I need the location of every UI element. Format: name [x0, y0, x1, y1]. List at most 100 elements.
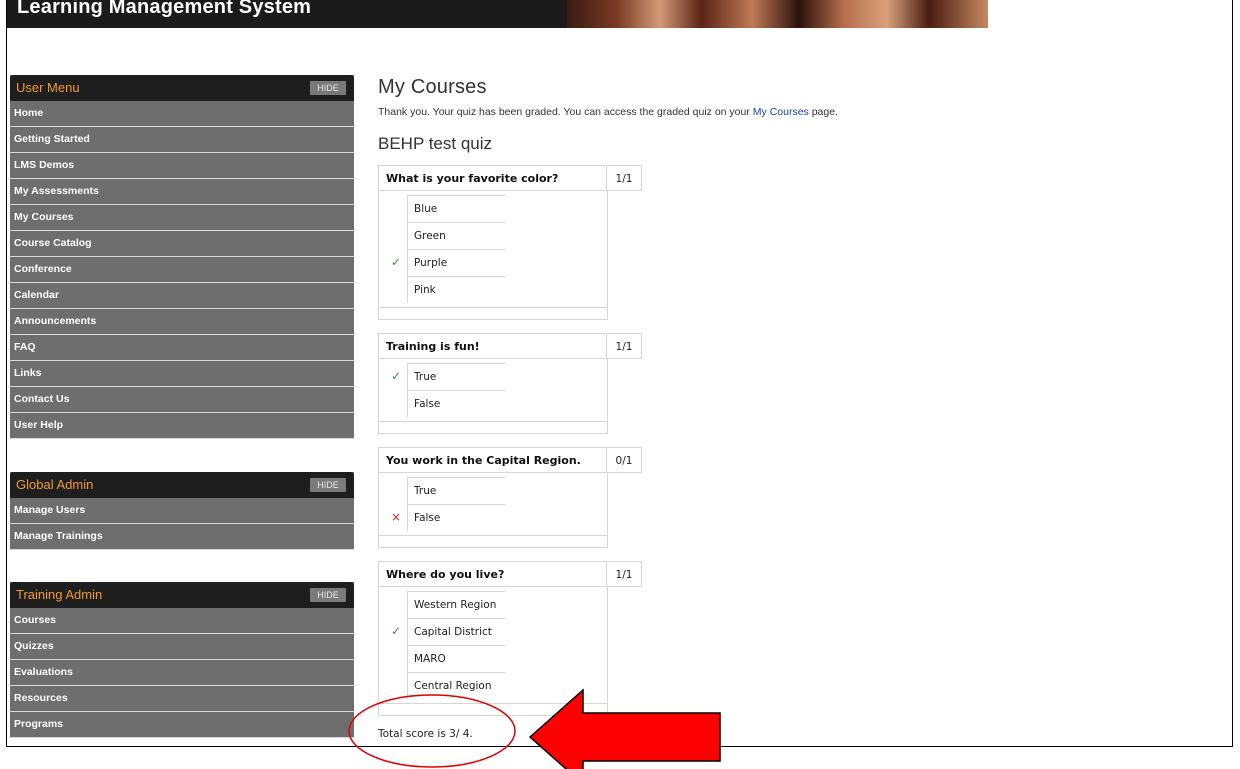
main-content: My Courses Thank you. Your quiz has been… — [378, 72, 1218, 156]
question-header: Training is fun! 1/1 — [378, 333, 642, 359]
question-card: What is your favorite color? 1/1 Blue Gr… — [378, 165, 642, 320]
global-admin-header: Global Admin HIDE — [10, 472, 354, 498]
menu-item-manage-users[interactable]: Manage Users — [10, 498, 354, 524]
site-title: Learning Management System — [17, 0, 312, 18]
answer-label: Pink — [407, 276, 505, 303]
answer-label: Central Region — [407, 672, 505, 699]
question-text: Where do you live? — [386, 568, 505, 581]
question-header: What is your favorite color? 1/1 — [378, 165, 642, 191]
answer-option: Blue — [385, 195, 607, 222]
answer-label: Western Region — [407, 591, 505, 618]
menu-item-evaluations[interactable]: Evaluations — [10, 660, 354, 686]
menu-item-contact-us[interactable]: Contact Us — [10, 387, 354, 413]
answer-list: ✓ True False — [378, 359, 608, 434]
answer-option: MARO — [385, 645, 607, 672]
question-score: 1/1 — [606, 562, 641, 586]
question-footer — [379, 421, 607, 433]
answer-mark — [385, 591, 408, 618]
question-score: 0/1 — [606, 448, 641, 472]
graded-message-end: page. — [808, 106, 838, 118]
user-menu-header: User Menu HIDE — [10, 75, 354, 101]
menu-item-calendar[interactable]: Calendar — [10, 283, 354, 309]
answer-option: Western Region — [385, 591, 607, 618]
training-admin-title: Training Admin — [16, 587, 103, 602]
answer-option: Central Region — [385, 672, 607, 699]
question-footer — [379, 703, 607, 715]
menu-item-resources[interactable]: Resources — [10, 686, 354, 712]
answer-list: True × False — [378, 473, 608, 548]
menu-item-announcements[interactable]: Announcements — [10, 309, 354, 335]
answer-label: Purple — [407, 249, 505, 276]
menu-item-courses[interactable]: Courses — [10, 608, 354, 634]
quiz-title: BEHP test quiz — [378, 134, 493, 153]
page-title: My Courses — [378, 76, 487, 98]
answer-mark — [385, 390, 408, 417]
global-admin-hide-button[interactable]: HIDE — [310, 478, 346, 492]
answer-list: Blue Green ✓ Purple Pink — [378, 191, 608, 320]
question-card: You work in the Capital Region. 0/1 True… — [378, 447, 642, 548]
question-text: Training is fun! — [386, 340, 480, 353]
menu-item-user-help[interactable]: User Help — [10, 413, 354, 439]
site-header: Learning Management System — [7, 0, 988, 28]
question-card: Training is fun! 1/1 ✓ True False — [378, 333, 642, 434]
answer-mark — [385, 477, 408, 504]
user-menu-hide-button[interactable]: HIDE — [310, 81, 346, 95]
question-score: 1/1 — [606, 334, 641, 358]
question-text: What is your favorite color? — [386, 172, 559, 185]
answer-label: True — [407, 477, 505, 504]
menu-item-getting-started[interactable]: Getting Started — [10, 127, 354, 153]
menu-item-course-catalog[interactable]: Course Catalog — [10, 231, 354, 257]
user-menu: User Menu HIDE Home Getting Started LMS … — [10, 75, 354, 439]
check-icon: ✓ — [385, 363, 408, 390]
header-banner-image — [567, 0, 988, 28]
answer-label: False — [407, 504, 505, 531]
question-text: You work in the Capital Region. — [386, 454, 581, 467]
menu-item-my-courses[interactable]: My Courses — [10, 205, 354, 231]
answer-option: False — [385, 390, 607, 417]
total-score: Total score is 3/ 4. — [378, 728, 473, 740]
answer-label: Capital District — [407, 618, 505, 645]
answer-option: ✓ True — [385, 363, 607, 390]
answer-label: Blue — [407, 195, 505, 222]
answer-option: ✓ Capital District — [385, 618, 607, 645]
question-footer — [379, 307, 607, 319]
training-admin-menu: Training Admin HIDE Courses Quizzes Eval… — [10, 582, 354, 738]
user-menu-title: User Menu — [16, 80, 80, 95]
menu-item-programs[interactable]: Programs — [10, 712, 354, 738]
answer-label: True — [407, 363, 505, 390]
answer-option: True — [385, 477, 607, 504]
my-courses-link[interactable]: My Courses — [753, 106, 809, 118]
answer-mark — [385, 645, 408, 672]
menu-item-lms-demos[interactable]: LMS Demos — [10, 153, 354, 179]
answer-mark — [385, 276, 408, 303]
check-icon: ✓ — [385, 249, 408, 276]
answer-mark — [385, 672, 408, 699]
question-header: You work in the Capital Region. 0/1 — [378, 447, 642, 473]
answer-label: Green — [407, 222, 505, 249]
question-header: Where do you live? 1/1 — [378, 561, 642, 587]
menu-item-manage-trainings[interactable]: Manage Trainings — [10, 524, 354, 550]
cross-icon: × — [385, 504, 408, 531]
menu-item-faq[interactable]: FAQ — [10, 335, 354, 361]
menu-item-home[interactable]: Home — [10, 101, 354, 127]
answer-list: Western Region ✓ Capital District MARO Ce… — [378, 587, 608, 716]
answer-option: ✓ Purple — [385, 249, 607, 276]
menu-item-quizzes[interactable]: Quizzes — [10, 634, 354, 660]
answer-label: False — [407, 390, 505, 417]
check-icon: ✓ — [385, 618, 408, 645]
menu-item-my-assessments[interactable]: My Assessments — [10, 179, 354, 205]
training-admin-header: Training Admin HIDE — [10, 582, 354, 608]
question-score: 1/1 — [606, 166, 641, 190]
answer-option: Green — [385, 222, 607, 249]
graded-message-text: Thank you. Your quiz has been graded. Yo… — [378, 106, 753, 118]
answer-mark — [385, 222, 408, 249]
graded-message: Thank you. Your quiz has been graded. Yo… — [378, 106, 1218, 120]
answer-mark — [385, 195, 408, 222]
answer-label: MARO — [407, 645, 505, 672]
menu-item-links[interactable]: Links — [10, 361, 354, 387]
menu-item-conference[interactable]: Conference — [10, 257, 354, 283]
question-card: Where do you live? 1/1 Western Region ✓ C… — [378, 561, 642, 716]
training-admin-hide-button[interactable]: HIDE — [310, 588, 346, 602]
global-admin-menu: Global Admin HIDE Manage Users Manage Tr… — [10, 472, 354, 550]
answer-option: Pink — [385, 276, 607, 303]
